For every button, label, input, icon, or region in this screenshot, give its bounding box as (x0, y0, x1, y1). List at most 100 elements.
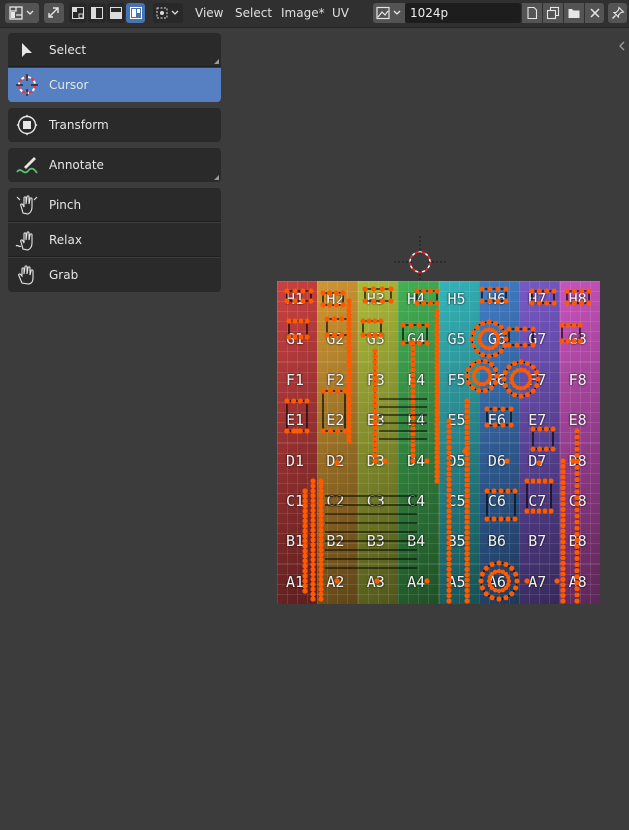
uv-vertex[interactable] (530, 388, 536, 394)
uv-vertex[interactable] (512, 516, 518, 522)
uv-vertex[interactable] (302, 493, 308, 499)
uv-vertex[interactable] (372, 408, 378, 415)
uv-vertex[interactable] (318, 507, 324, 514)
uv-vertex[interactable] (534, 369, 540, 376)
uv-vertex[interactable] (577, 322, 583, 328)
uv-vertex[interactable] (346, 433, 352, 439)
uv-vertex[interactable] (491, 516, 497, 522)
uv-vertex[interactable] (410, 442, 416, 448)
uv-vertex[interactable] (310, 488, 316, 494)
uv-vertex[interactable] (579, 300, 585, 306)
uv-vertex[interactable] (446, 497, 452, 504)
uv-vertex[interactable] (302, 508, 308, 514)
uv-vertex[interactable] (564, 288, 570, 294)
uv-vertex[interactable] (574, 446, 580, 452)
uv-vertex[interactable] (362, 286, 368, 292)
uv-vertex[interactable] (302, 568, 308, 574)
uv-vertex[interactable] (446, 492, 452, 498)
uv-vertex[interactable] (434, 407, 440, 413)
uv-vertex[interactable] (487, 582, 493, 587)
uv-vertex[interactable] (320, 388, 326, 394)
uv-vertex[interactable] (310, 512, 316, 519)
uv-vertex[interactable] (372, 359, 378, 365)
uv-vertex[interactable] (496, 596, 502, 602)
tool-cursor[interactable]: Cursor (8, 68, 221, 102)
uv-vertex[interactable] (346, 307, 352, 313)
uv-vertex[interactable] (410, 356, 416, 362)
uv-vertex[interactable] (502, 342, 508, 349)
uv-vertex[interactable] (560, 490, 566, 496)
uv-vertex[interactable] (495, 298, 501, 304)
uv-vertex[interactable] (487, 370, 492, 375)
uv-vertex[interactable] (529, 300, 535, 306)
uv-vertex[interactable] (446, 524, 452, 530)
pivot-point-dropdown[interactable] (153, 3, 183, 23)
uv-vertex[interactable] (304, 398, 310, 404)
uv-vertex[interactable] (560, 582, 566, 588)
uv-vertex[interactable] (574, 574, 580, 580)
uv-vertex[interactable] (464, 572, 470, 578)
uv-vertex[interactable] (388, 298, 394, 304)
uv-vertex[interactable] (560, 512, 566, 518)
uv-vertex[interactable] (544, 300, 550, 306)
uv-vertex[interactable] (560, 533, 566, 539)
uv-vertex[interactable] (464, 466, 470, 473)
uv-vertex[interactable] (310, 571, 316, 578)
uv-vertex[interactable] (446, 540, 452, 546)
uv-vertex[interactable] (414, 288, 420, 294)
uv-vertex[interactable] (574, 519, 580, 525)
uv-vertex[interactable] (372, 386, 378, 393)
menu-view[interactable]: View (195, 5, 223, 21)
uv-vertex[interactable] (560, 463, 566, 469)
uv-vertex[interactable] (434, 435, 440, 442)
uv-vertex[interactable] (446, 598, 452, 604)
uv-vertex[interactable] (446, 481, 452, 488)
uv-vertex[interactable] (310, 576, 316, 582)
uv-vertex[interactable] (560, 593, 566, 599)
uv-vertex[interactable] (506, 326, 512, 332)
uv-vertex[interactable] (335, 388, 341, 394)
uv-island[interactable] (362, 320, 382, 336)
uv-vertex[interactable] (505, 488, 511, 494)
uv-vertex[interactable] (346, 377, 352, 383)
uv-vertex[interactable] (446, 529, 452, 535)
uv-vertex[interactable] (574, 592, 580, 598)
uv-vertex[interactable] (410, 415, 416, 421)
uv-vertex[interactable] (372, 458, 378, 464)
uv-vertex[interactable] (503, 561, 509, 567)
uv-vertex[interactable] (318, 547, 324, 553)
uv-vertex[interactable] (434, 300, 440, 306)
uv-vertex[interactable] (346, 415, 352, 421)
uv-vertex[interactable] (434, 417, 440, 423)
uv-vertex[interactable] (434, 355, 440, 361)
uv-vertex[interactable] (346, 405, 352, 411)
uv-vertex[interactable] (574, 537, 580, 543)
uv-vertex[interactable] (479, 585, 485, 591)
uv-vertex[interactable] (446, 439, 452, 445)
uv-vertex[interactable] (372, 348, 378, 354)
uv-vertex[interactable] (362, 298, 368, 304)
uv-vertex[interactable] (318, 502, 324, 509)
uv-vertex[interactable] (446, 587, 452, 594)
uv-vertex[interactable] (318, 542, 324, 548)
uv-vertex[interactable] (464, 582, 470, 588)
uv-vertex[interactable] (410, 458, 416, 464)
uv-vertex[interactable] (346, 363, 352, 369)
uv-vertex[interactable] (434, 454, 440, 460)
uv-vertex[interactable] (579, 288, 585, 294)
uv-vertex[interactable] (410, 361, 416, 368)
uv-vertex[interactable] (446, 545, 452, 551)
uv-island[interactable] (532, 428, 554, 450)
uv-vertex[interactable] (446, 423, 452, 429)
uv-vertex[interactable] (560, 469, 566, 475)
uv-image-canvas[interactable]: H1H2H3H4H5H6H7H8G1G2G3G4G5G6G7G8F1F2F3F4… (277, 281, 600, 604)
uv-vertex[interactable] (372, 392, 378, 398)
uv-vertex[interactable] (488, 361, 494, 367)
uv-vertex[interactable] (548, 508, 554, 514)
uv-vertex[interactable] (484, 406, 490, 412)
uv-vertex[interactable] (434, 421, 440, 427)
uv-vertex[interactable] (571, 300, 577, 306)
uv-vertex[interactable] (372, 364, 378, 371)
uv-vertex[interactable] (464, 529, 470, 536)
uv-vertex[interactable] (310, 566, 316, 573)
